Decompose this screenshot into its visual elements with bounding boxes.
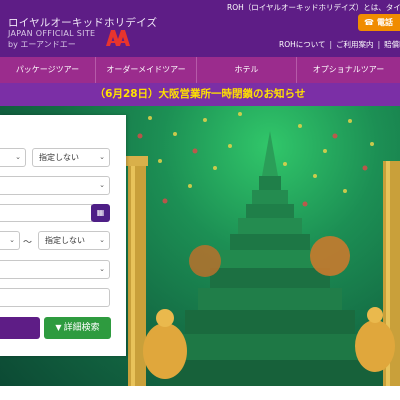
link-compensation[interactable]: 賠償時割: [384, 39, 400, 50]
text-input[interactable]: [0, 288, 110, 307]
brand-by-line: by エーアンドエー: [8, 40, 76, 49]
select-2[interactable]: ⌄: [0, 176, 110, 195]
announcement-banner[interactable]: （6月28日）大阪営業所一時閉鎖のお知らせ: [0, 83, 400, 106]
roh-notice[interactable]: ROH（ロイヤルオーキッドホリデイズ）とは、タイ国際航空: [227, 2, 400, 13]
phone-icon: ☎: [364, 18, 374, 27]
search-button[interactable]: [0, 317, 40, 339]
select-unspecified-1[interactable]: 指定しない ⌄: [32, 148, 110, 167]
link-about-roh[interactable]: ROHについて: [279, 39, 326, 50]
select-partial-3[interactable]: ⌄: [0, 231, 20, 250]
nav-item-optional-tour[interactable]: オプショナルツアー: [297, 57, 400, 83]
select-partial-1[interactable]: ⌄: [0, 148, 26, 167]
nav-item-custom-tour[interactable]: オーダーメイドツアー: [96, 57, 197, 83]
calendar-icon: ▦: [96, 208, 105, 217]
nav-item-hotel[interactable]: ホテル: [197, 57, 297, 83]
page-bottom: [0, 386, 400, 400]
brand-name-en[interactable]: JAPAN OFFICIAL SITE: [8, 29, 95, 38]
chevron-down-icon: ⌄: [15, 153, 21, 161]
select-value: 指定しない: [45, 236, 85, 245]
brand-name-jp[interactable]: ロイヤルオーキッドホリデイズ: [8, 15, 157, 30]
chevron-down-icon: ⌄: [99, 265, 105, 273]
site-header: ロイヤルオーキッドホリデイズ JAPAN OFFICIAL SITE by エー…: [0, 0, 400, 57]
main-nav: パッケージツアー オーダーメイドツアー ホテル オプショナルツアー: [0, 57, 400, 83]
nav-item-package-tour[interactable]: パッケージツアー: [0, 57, 96, 83]
chevron-down-icon: ⌄: [99, 236, 105, 244]
select-4[interactable]: ⌄: [0, 260, 110, 279]
link-usage-guide[interactable]: ご利用案内: [336, 39, 374, 50]
range-tilde: 〜: [23, 238, 33, 248]
phone-button[interactable]: ☎ 電話: [358, 14, 400, 31]
aa-logo[interactable]: [104, 27, 132, 47]
select-value: 指定しない: [39, 153, 79, 162]
phone-button-label: 電話: [376, 18, 393, 27]
chevron-down-icon: ⌄: [9, 236, 15, 244]
link-separator: |: [329, 40, 333, 49]
date-input[interactable]: [0, 204, 92, 222]
link-separator: |: [377, 40, 381, 49]
detail-search-button[interactable]: ▼ 詳細検索: [44, 317, 111, 339]
chevron-down-icon: ⌄: [99, 153, 105, 161]
filter-icon: ▼: [55, 323, 62, 332]
chevron-down-icon: ⌄: [99, 181, 105, 189]
top-links: ROHについて|ご利用案内|賠償時割: [279, 39, 400, 50]
calendar-button[interactable]: ▦: [91, 204, 110, 222]
select-unspecified-2[interactable]: 指定しない ⌄: [38, 231, 110, 250]
detail-search-label: 詳細検索: [63, 323, 100, 333]
